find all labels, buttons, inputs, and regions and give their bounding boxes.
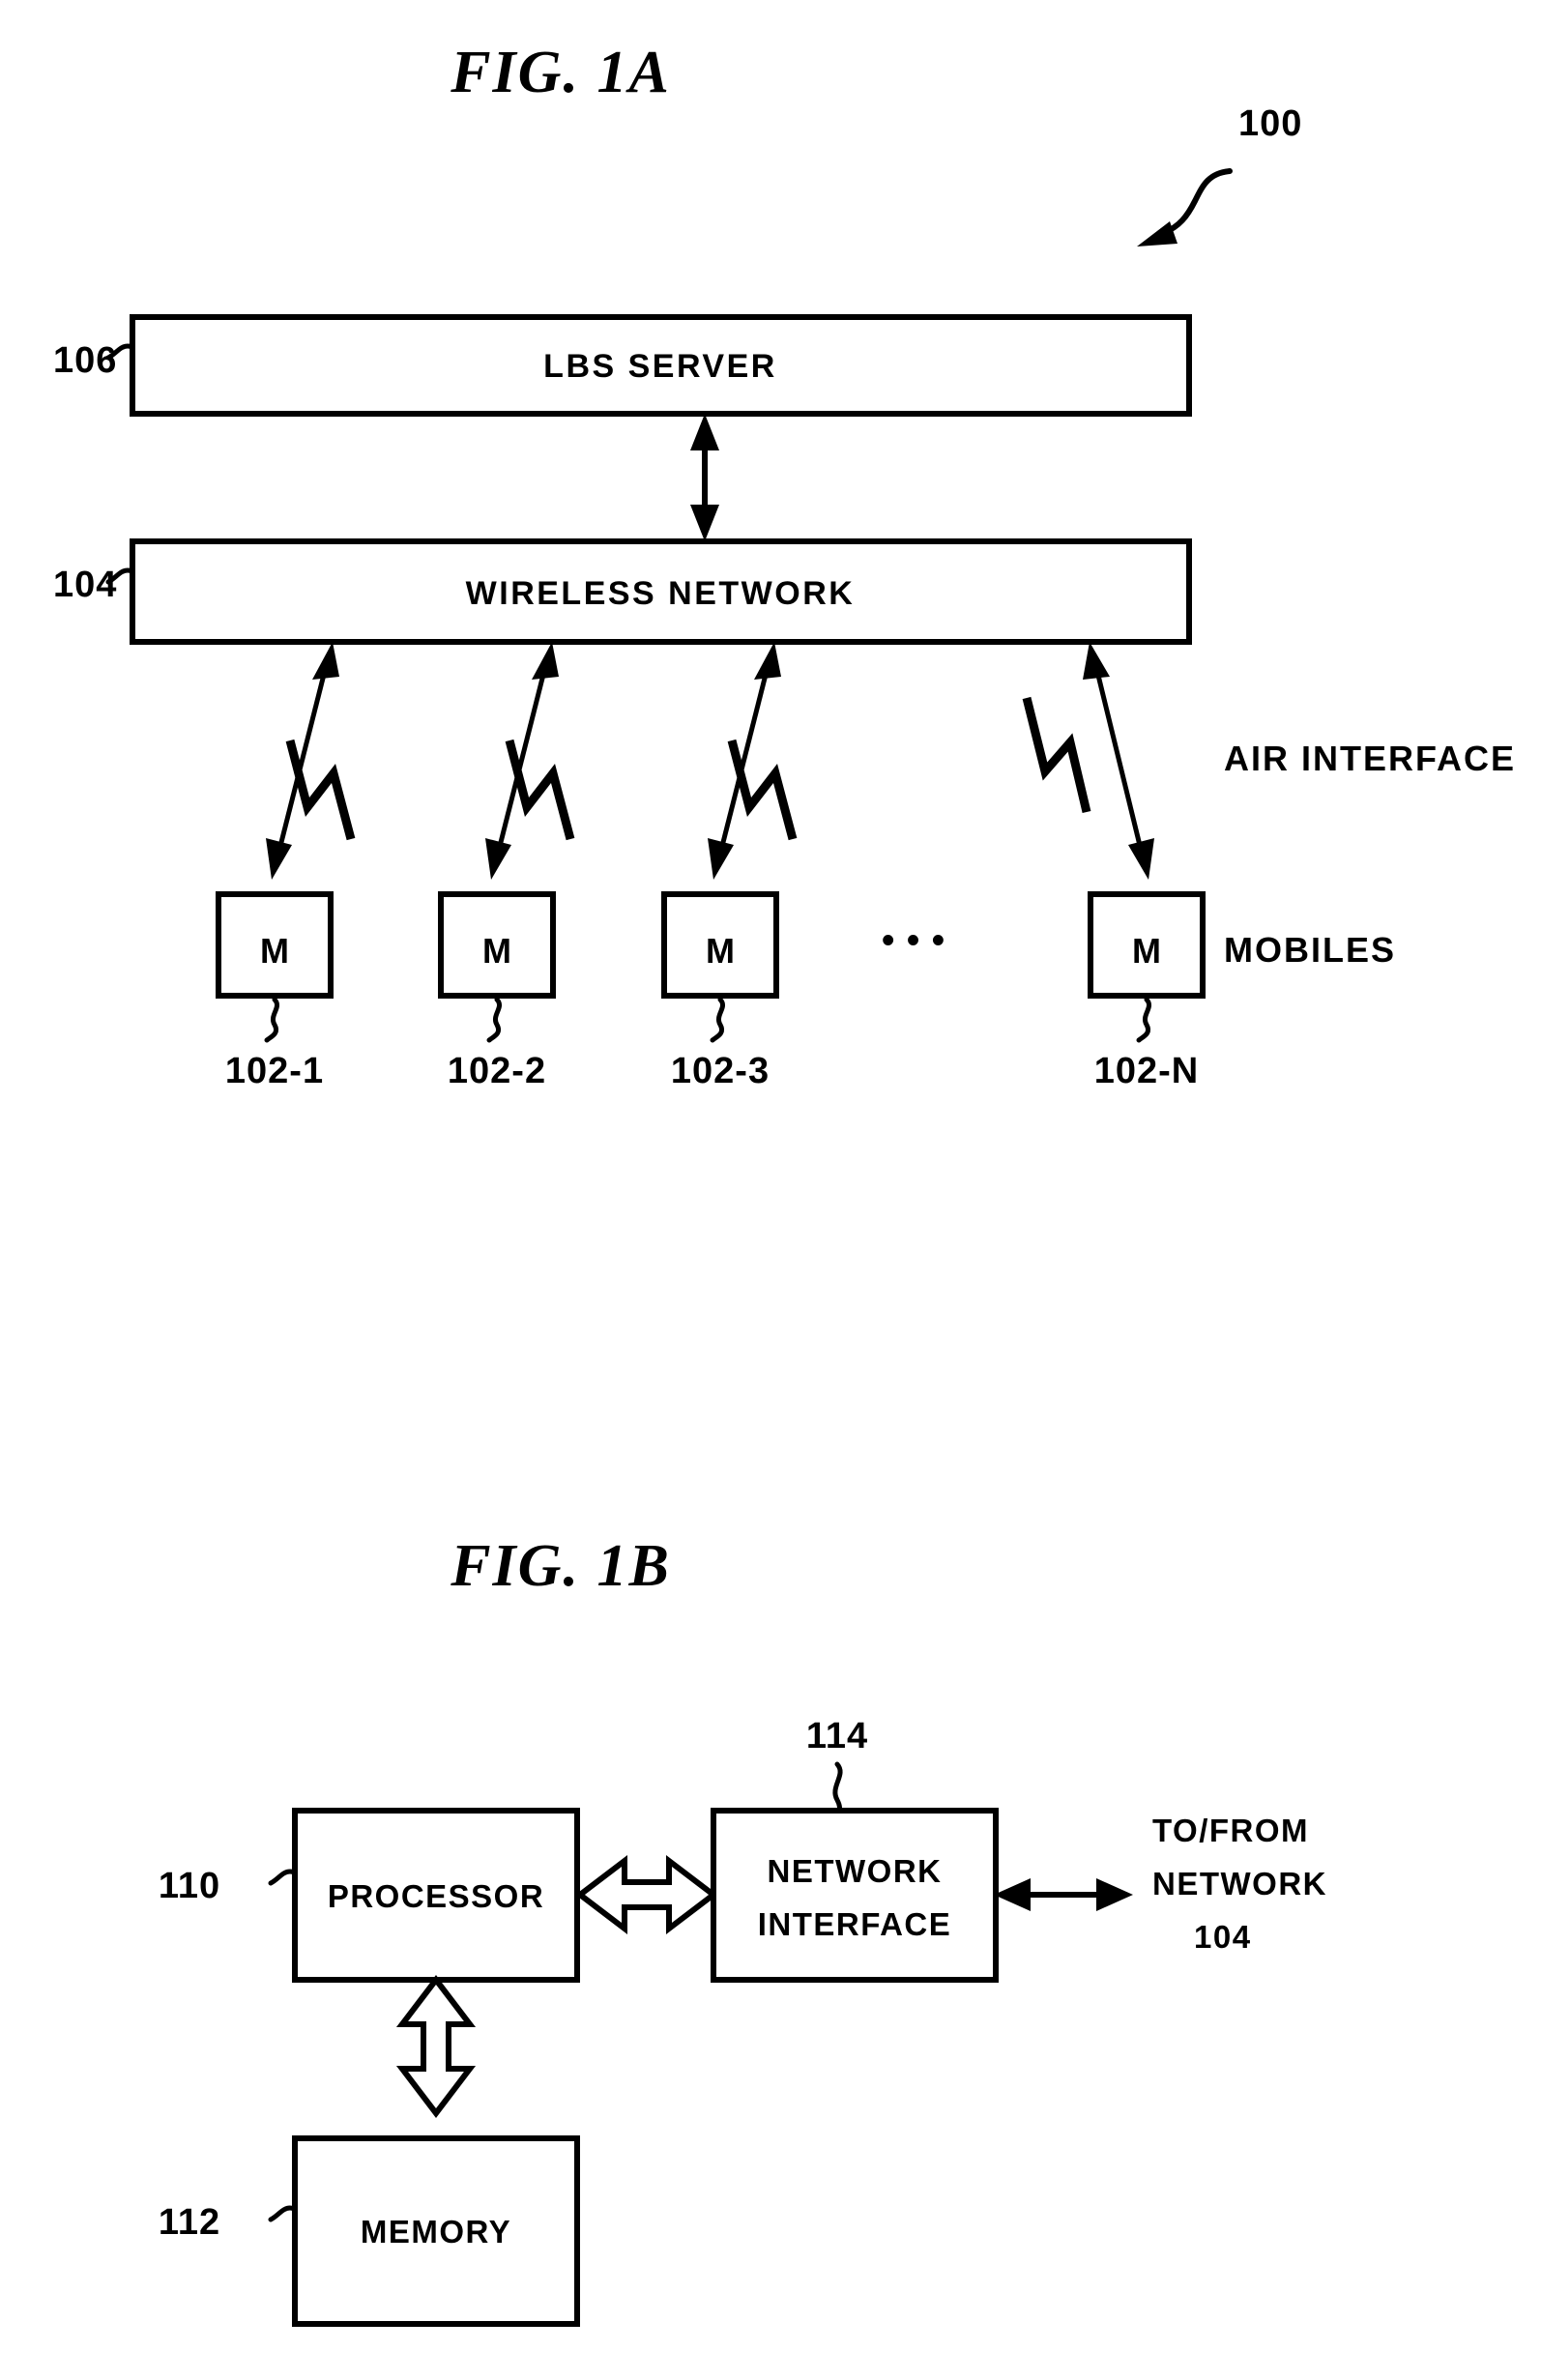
air-link-n [1022,642,1154,880]
ref-106: 106 [53,340,117,381]
mobile-2-glyph: M [482,931,511,971]
mobile-3-ref: 102-3 [671,1051,770,1091]
ref-104: 104 [53,565,117,605]
fig-1a-title: FIG. 1A [450,40,671,105]
mobiles-ellipsis: • • • [882,920,945,961]
system-ref-100: 100 [1238,103,1302,144]
network-interface-label-line2: INTERFACE [758,1906,952,1942]
air-link-2 [485,642,575,880]
external-label-line1: TO/FROM [1152,1813,1309,1848]
lbs-server-label: LBS SERVER [543,348,777,385]
mobile-3-glyph: M [706,931,735,971]
system-ref-100-leader [1137,168,1233,247]
mobile-n-ref: 102-N [1094,1051,1200,1091]
ref-114: 114 [806,1716,868,1756]
mobile-n: M 102-N [1088,891,1206,1091]
memory-label: MEMORY [361,2214,511,2249]
ref-110: 110 [159,1866,220,1906]
fig-1b-title: FIG. 1B [450,1533,671,1599]
external-label-line3: 104 [1194,1919,1252,1955]
air-link-3 [708,642,798,880]
air-link-1 [266,642,356,880]
processor-memory-bus [395,1975,477,2118]
mobile-n-glyph: M [1132,931,1161,971]
mobile-1: M 102-1 [216,891,334,1091]
external-label-line2: NETWORK [1152,1866,1327,1901]
processor-label: PROCESSOR [328,1878,544,1914]
air-interface-label: AIR INTERFACE [1224,739,1516,778]
processor-network-interface-bus [575,1854,718,1935]
mobiles-label: MOBILES [1224,930,1396,970]
wireless-network-label: WIRELESS NETWORK [466,575,856,612]
network-interface-box [711,1808,999,1983]
mobile-2: M 102-2 [438,891,556,1091]
mobile-1-glyph: M [260,931,289,971]
external-network-arrow [994,1878,1133,1911]
server-network-link-arrow [690,414,719,541]
mobile-2-ref: 102-2 [448,1051,546,1091]
mobile-3: M 102-3 [661,891,779,1091]
ref-112: 112 [159,2202,220,2243]
network-interface-label-line1: NETWORK [768,1853,943,1889]
patent-figure-sheet: FIG. 1A 100 106 LBS SERVER 104 WIRELESS … [53,40,1516,2327]
mobile-1-ref: 102-1 [225,1051,324,1091]
